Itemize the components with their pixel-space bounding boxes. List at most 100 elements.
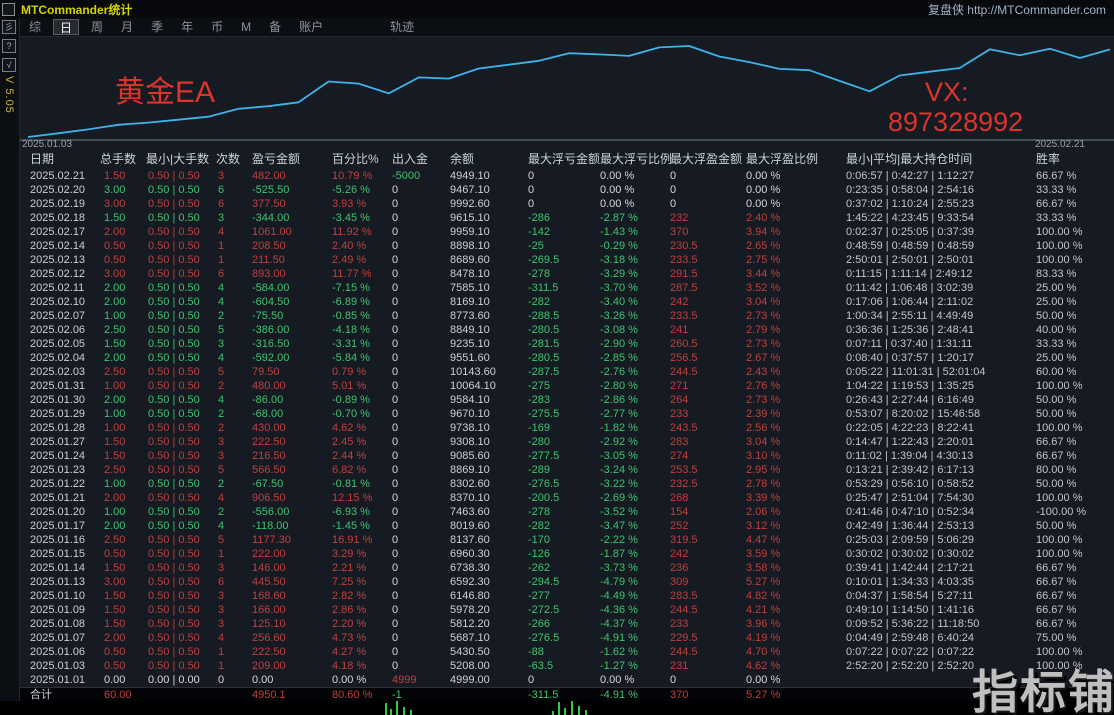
- table-row[interactable]: 2025.02.062.500.50 | 0.505-386.00-4.18 %…: [20, 323, 1114, 337]
- column-header[interactable]: 余额: [450, 150, 528, 169]
- cell-min_avg_max_hold_time: 0:22:05 | 4:22:23 | 8:22:41: [828, 421, 1018, 435]
- menu-item-季[interactable]: 季: [145, 19, 169, 35]
- table-row[interactable]: 2025.01.311.000.50 | 0.502480.005.01 %01…: [20, 379, 1114, 393]
- table-row[interactable]: 2025.02.032.500.50 | 0.50579.500.79 %010…: [20, 365, 1114, 379]
- menu-item-综[interactable]: 综: [23, 19, 47, 35]
- table-row[interactable]: 2025.02.042.000.50 | 0.504-592.00-5.84 %…: [20, 351, 1114, 365]
- menu-item-周[interactable]: 周: [85, 19, 109, 35]
- table-row[interactable]: 2025.01.201.000.50 | 0.502-556.00-6.93 %…: [20, 505, 1114, 519]
- table-row[interactable]: 2025.02.211.500.50 | 0.503482.0010.79 %-…: [20, 169, 1114, 183]
- menu-item-备[interactable]: 备: [263, 19, 287, 35]
- table-row[interactable]: 2025.01.241.500.50 | 0.503216.502.44 %09…: [20, 449, 1114, 463]
- table-row[interactable]: 2025.02.203.000.50 | 0.506-525.50-5.26 %…: [20, 183, 1114, 197]
- table-row[interactable]: 2025.01.030.500.50 | 0.501209.004.18 %05…: [20, 659, 1114, 673]
- site-link[interactable]: 复盘侠 http://MTCommander.com: [928, 1, 1106, 18]
- table-row[interactable]: 2025.02.102.000.50 | 0.504-604.50-6.89 %…: [20, 295, 1114, 309]
- menu-item-日[interactable]: 日: [53, 19, 79, 35]
- table-row[interactable]: 2025.02.181.500.50 | 0.503-344.00-3.45 %…: [20, 211, 1114, 225]
- cell-min_max_lots: 0.50 | 0.50: [146, 225, 216, 239]
- table-row[interactable]: 2025.02.123.000.50 | 0.506893.0011.77 %0…: [20, 267, 1114, 281]
- menu-item-币[interactable]: 币: [205, 19, 229, 35]
- cell-max_float_profit_pct: 0.00 %: [746, 673, 828, 687]
- cell-balance: 5430.50: [450, 645, 528, 659]
- cell-max_float_loss_pct: -1.62 %: [600, 645, 670, 659]
- cell-max_float_profit: 260.5: [670, 337, 746, 351]
- column-header[interactable]: 最大浮亏金额: [528, 150, 600, 169]
- table-row[interactable]: 2025.02.051.500.50 | 0.503-316.50-3.31 %…: [20, 337, 1114, 351]
- table-row[interactable]: 2025.02.112.000.50 | 0.504-584.00-7.15 %…: [20, 281, 1114, 295]
- column-header[interactable]: 最大浮盈金额: [670, 150, 746, 169]
- table-row[interactable]: 2025.01.072.000.50 | 0.504256.604.73 %05…: [20, 631, 1114, 645]
- histogram-bar: [403, 707, 405, 715]
- table-row[interactable]: 2025.01.232.500.50 | 0.505566.506.82 %08…: [20, 463, 1114, 477]
- cell-min_max_lots: 0.50 | 0.50: [146, 547, 216, 561]
- table-row[interactable]: 2025.02.193.000.50 | 0.506377.503.93 %09…: [20, 197, 1114, 211]
- cell-max_float_profit: 236: [670, 561, 746, 575]
- column-header[interactable]: 日期: [20, 150, 100, 169]
- equity-chart[interactable]: 黄金EA VX: 897328992 2025.01.03 2025.02.21: [20, 37, 1114, 150]
- column-header[interactable]: 最大浮盈比例: [746, 150, 828, 169]
- cell-percent: 2.21 %: [332, 561, 392, 575]
- window-icon[interactable]: [2, 3, 15, 16]
- cell-pl_amount: 209.00: [252, 659, 332, 673]
- column-header[interactable]: 次数: [216, 150, 252, 169]
- help-icon[interactable]: ?: [2, 39, 16, 53]
- cell-date: 2025.01.27: [20, 435, 100, 449]
- table-row[interactable]: 2025.01.081.500.50 | 0.503125.102.20 %05…: [20, 617, 1114, 631]
- menu-item-M[interactable]: M: [235, 19, 257, 35]
- cell-max_float_profit_pct: 5.27 %: [746, 688, 828, 702]
- cell-min_avg_max_hold_time: 0:11:42 | 1:06:48 | 3:02:39: [828, 281, 1018, 295]
- cell-max_float_loss: -286: [528, 211, 600, 225]
- column-header[interactable]: 出入金: [392, 150, 450, 169]
- check-icon[interactable]: √: [2, 58, 16, 72]
- table-row[interactable]: 2025.02.172.000.50 | 0.5041061.0011.92 %…: [20, 225, 1114, 239]
- table-row[interactable]: 2025.01.101.500.50 | 0.503168.602.82 %06…: [20, 589, 1114, 603]
- cell-total_lots: 1.50: [100, 617, 146, 631]
- column-header[interactable]: 盈亏金额: [252, 150, 332, 169]
- chart-annotation-vx-label: VX:: [925, 77, 969, 108]
- column-header[interactable]: 最大浮亏比例: [600, 150, 670, 169]
- column-header[interactable]: 百分比%: [332, 150, 392, 169]
- cell-total_lots: 2.00: [100, 225, 146, 239]
- table-row[interactable]: 2025.01.150.500.50 | 0.501222.003.29 %06…: [20, 547, 1114, 561]
- table-row[interactable]: 2025.01.060.500.50 | 0.501222.504.27 %05…: [20, 645, 1114, 659]
- menu-item-月[interactable]: 月: [115, 19, 139, 35]
- cell-max_float_loss_pct: -4.49 %: [600, 589, 670, 603]
- cell-min_max_lots: 0.50 | 0.50: [146, 645, 216, 659]
- table-row[interactable]: 2025.01.091.500.50 | 0.503166.002.86 %05…: [20, 603, 1114, 617]
- table-row[interactable]: 2025.01.172.000.50 | 0.504-118.00-1.45 %…: [20, 519, 1114, 533]
- table-row[interactable]: 2025.01.133.000.50 | 0.506445.507.25 %06…: [20, 575, 1114, 589]
- column-header[interactable]: 胜率: [1018, 150, 1114, 169]
- table-row[interactable]: 2025.02.071.000.50 | 0.502-75.50-0.85 %0…: [20, 309, 1114, 323]
- cell-min_max_lots: 0.50 | 0.50: [146, 505, 216, 519]
- table-row[interactable]: 2025.01.141.500.50 | 0.503146.002.21 %06…: [20, 561, 1114, 575]
- table-row[interactable]: 2025.01.010.000.00 | 0.0000.000.00 %4999…: [20, 673, 1114, 687]
- menu-item-轨迹[interactable]: 轨迹: [384, 19, 420, 35]
- brush-icon[interactable]: 彡: [2, 20, 16, 34]
- table-row[interactable]: 2025.01.281.000.50 | 0.502430.004.62 %09…: [20, 421, 1114, 435]
- histogram-bar: [552, 711, 554, 715]
- column-header[interactable]: 总手数: [100, 150, 146, 169]
- cell-count: 6: [216, 197, 252, 211]
- table-row[interactable]: 2025.01.302.000.50 | 0.504-86.00-0.89 %0…: [20, 393, 1114, 407]
- table-row[interactable]: 2025.01.212.000.50 | 0.504906.5012.15 %0…: [20, 491, 1114, 505]
- cell-balance: 6738.30: [450, 561, 528, 575]
- cell-min_avg_max_hold_time: 1:04:22 | 1:19:53 | 1:35:25: [828, 379, 1018, 393]
- menu-item-账户[interactable]: 账户: [293, 19, 329, 35]
- cell-cash_in_out: 0: [392, 281, 450, 295]
- cell-total_lots: 1.50: [100, 211, 146, 225]
- table-row[interactable]: 2025.01.221.000.50 | 0.502-67.50-0.81 %0…: [20, 477, 1114, 491]
- cell-max_float_profit_pct: 2.76 %: [746, 379, 828, 393]
- column-header[interactable]: 最小|大手数: [146, 150, 216, 169]
- menu-item-年[interactable]: 年: [175, 19, 199, 35]
- table-row[interactable]: 2025.01.162.500.50 | 0.5051177.3016.91 %…: [20, 533, 1114, 547]
- table-row[interactable]: 2025.01.291.000.50 | 0.502-68.00-0.70 %0…: [20, 407, 1114, 421]
- cell-max_float_profit: 287.5: [670, 281, 746, 295]
- cell-max_float_loss_pct: -2.86 %: [600, 393, 670, 407]
- table-row[interactable]: 2025.01.271.500.50 | 0.503222.502.45 %09…: [20, 435, 1114, 449]
- cell-count: 5: [216, 365, 252, 379]
- column-header[interactable]: 最小|平均|最大持仓时间: [828, 150, 1018, 169]
- table-row[interactable]: 2025.02.140.500.50 | 0.501208.502.40 %08…: [20, 239, 1114, 253]
- cell-max_float_profit: 283: [670, 435, 746, 449]
- table-row[interactable]: 2025.02.130.500.50 | 0.501211.502.49 %08…: [20, 253, 1114, 267]
